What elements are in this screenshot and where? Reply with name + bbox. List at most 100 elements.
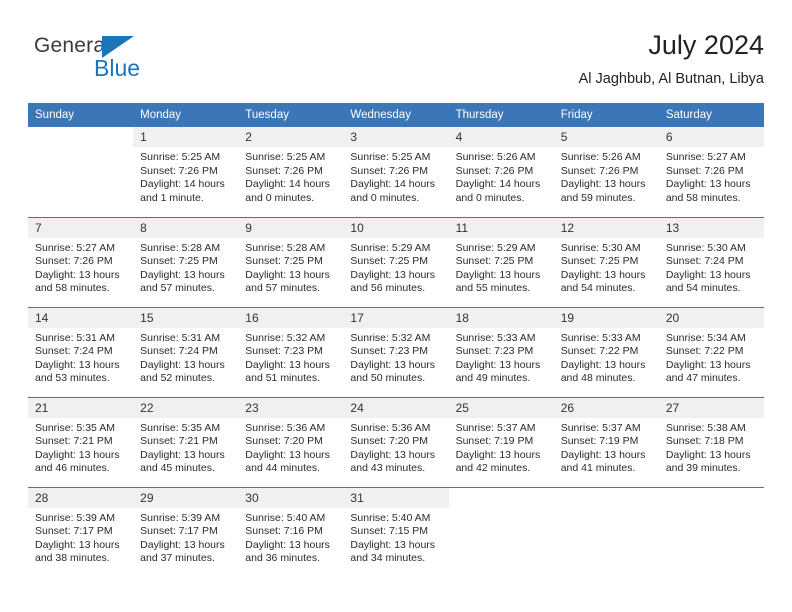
calendar-table: Sunday Monday Tuesday Wednesday Thursday… — [28, 103, 764, 577]
day-number: 16 — [238, 307, 344, 328]
sunset-text: Sunset: 7:22 PM — [560, 345, 639, 358]
calendar-day-cell[interactable]: 20 Sunrise: 5:34 AM Sunset: 7:22 PM Dayligh… — [658, 306, 764, 397]
sunrise-text: Sunrise: 5:39 AM — [35, 511, 115, 524]
calendar-day-cell[interactable]: 18 Sunrise: 5:33 AM Sunset: 7:23 PM Dayligh… — [448, 306, 554, 397]
daylight-text-line1: Daylight: 13 hours — [455, 448, 541, 461]
calendar-day-cell[interactable]: 13 Sunrise: 5:30 AM Sunset: 7:24 PM Dayligh… — [658, 216, 764, 307]
calendar-day-cell[interactable]: 19 Sunrise: 5:33 AM Sunset: 7:22 PM Dayligh… — [553, 306, 659, 397]
day-number: 11 — [448, 217, 554, 238]
calendar-week-row: 7 Sunrise: 5:27 AM Sunset: 7:26 PM Daylight… — [28, 216, 764, 307]
daylight-text-line1: Daylight: 13 hours — [245, 268, 330, 281]
daylight-text-line1: Daylight: 13 hours — [665, 358, 751, 371]
daylight-text-line1: Daylight: 13 hours — [665, 448, 751, 461]
calendar-day-cell[interactable]: 25 Sunrise: 5:37 AM Sunset: 7:19 PM Dayligh… — [448, 396, 554, 487]
calendar-day-cell[interactable]: 16 Sunrise: 5:32 AM Sunset: 7:23 PM Dayligh… — [238, 306, 344, 397]
day-number: 1 — [133, 127, 239, 147]
sunset-text: Sunset: 7:26 PM — [560, 164, 639, 177]
day-number: 7 — [28, 217, 134, 238]
sunset-text: Sunset: 7:19 PM — [560, 435, 639, 448]
sunrise-text: Sunrise: 5:34 AM — [665, 331, 746, 344]
day-details: Sunrise: 5:31 AM Sunset: 7:24 PM Daylight:… — [133, 328, 238, 386]
sunrise-text: Sunrise: 5:33 AM — [455, 331, 536, 344]
sunset-text: Sunset: 7:21 PM — [140, 435, 218, 448]
day-number: 27 — [658, 397, 764, 418]
daylight-text-line2: and 51 minutes. — [245, 372, 320, 385]
daylight-text-line1: Daylight: 14 hours — [140, 178, 225, 191]
calendar-day-cell[interactable]: 1 Sunrise: 5:25 AM Sunset: 7:26 PM Daylight… — [133, 127, 239, 217]
weekday-header-monday: Monday — [133, 103, 239, 127]
calendar-day-cell[interactable]: 22 Sunrise: 5:35 AM Sunset: 7:21 PM Dayligh… — [133, 396, 239, 487]
day-number: 24 — [343, 397, 449, 418]
sunrise-text: Sunrise: 5:35 AM — [140, 421, 221, 434]
calendar-cell-empty — [28, 127, 134, 217]
calendar-day-cell[interactable]: 17 Sunrise: 5:32 AM Sunset: 7:23 PM Dayligh… — [343, 306, 449, 397]
calendar-day-cell[interactable]: 2 Sunrise: 5:25 AM Sunset: 7:26 PM Daylight… — [238, 127, 344, 217]
day-details: Sunrise: 5:26 AM Sunset: 7:26 PM Daylight:… — [449, 147, 554, 205]
day-number: 20 — [658, 307, 764, 328]
calendar-day-cell[interactable]: 29 Sunrise: 5:39 AM Sunset: 7:17 PM Dayligh… — [133, 486, 239, 577]
daylight-text-line2: and 46 minutes. — [35, 462, 110, 475]
calendar-day-cell[interactable]: 21 Sunrise: 5:35 AM Sunset: 7:21 PM Dayligh… — [28, 396, 134, 487]
day-details: Sunrise: 5:25 AM Sunset: 7:26 PM Daylight:… — [343, 147, 448, 205]
daylight-text-line2: and 56 minutes. — [350, 282, 426, 295]
sunset-text: Sunset: 7:25 PM — [245, 255, 323, 268]
calendar-day-cell[interactable]: 31 Sunrise: 5:40 AM Sunset: 7:15 PM Dayligh… — [343, 486, 449, 577]
calendar-day-cell[interactable]: 10 Sunrise: 5:29 AM Sunset: 7:25 PM Dayligh… — [343, 216, 449, 307]
day-number: 6 — [658, 127, 764, 147]
daylight-text-line2: and 34 minutes. — [350, 552, 426, 565]
daylight-text-line2: and 41 minutes. — [560, 462, 636, 475]
calendar-day-cell[interactable]: 6 Sunrise: 5:27 AM Sunset: 7:26 PM Daylight… — [658, 127, 764, 217]
daylight-text-line2: and 57 minutes. — [140, 282, 215, 295]
calendar-week-row: 21 Sunrise: 5:35 AM Sunset: 7:21 PM Dayligh… — [28, 396, 764, 487]
calendar-day-cell[interactable]: 28 Sunrise: 5:39 AM Sunset: 7:17 PM Dayligh… — [28, 486, 134, 577]
sunrise-text: Sunrise: 5:25 AM — [245, 151, 326, 163]
daylight-text-line1: Daylight: 13 hours — [140, 358, 225, 371]
sunrise-text: Sunrise: 5:30 AM — [665, 241, 746, 254]
sunset-text: Sunset: 7:23 PM — [245, 345, 323, 358]
calendar-day-cell[interactable]: 11 Sunrise: 5:29 AM Sunset: 7:25 PM Dayligh… — [448, 216, 554, 307]
day-number: 12 — [553, 217, 659, 238]
calendar-day-cell[interactable]: 12 Sunrise: 5:30 AM Sunset: 7:25 PM Dayligh… — [553, 216, 659, 307]
sunrise-text: Sunrise: 5:29 AM — [350, 241, 431, 254]
calendar-day-cell[interactable]: 15 Sunrise: 5:31 AM Sunset: 7:24 PM Dayligh… — [133, 306, 239, 397]
daylight-text-line1: Daylight: 14 hours — [350, 178, 436, 191]
day-number — [553, 487, 659, 508]
daylight-text-line1: Daylight: 13 hours — [35, 268, 120, 281]
day-details: Sunrise: 5:28 AM Sunset: 7:25 PM Daylight:… — [238, 238, 343, 296]
day-number: 10 — [343, 217, 449, 238]
day-number: 8 — [133, 217, 239, 238]
daylight-text-line2: and 59 minutes. — [560, 191, 636, 204]
daylight-text-line1: Daylight: 13 hours — [560, 268, 646, 281]
calendar-day-cell[interactable]: 4 Sunrise: 5:26 AM Sunset: 7:26 PM Daylight… — [448, 127, 554, 217]
calendar-day-cell[interactable]: 7 Sunrise: 5:27 AM Sunset: 7:26 PM Daylight… — [28, 216, 134, 307]
weekday-header-wednesday: Wednesday — [343, 103, 449, 127]
calendar-day-cell[interactable]: 24 Sunrise: 5:36 AM Sunset: 7:20 PM Dayligh… — [343, 396, 449, 487]
day-details: Sunrise: 5:25 AM Sunset: 7:26 PM Daylight:… — [133, 147, 238, 205]
calendar-day-cell[interactable]: 26 Sunrise: 5:37 AM Sunset: 7:19 PM Dayligh… — [553, 396, 659, 487]
sunset-text: Sunset: 7:16 PM — [245, 525, 323, 538]
sunset-text: Sunset: 7:25 PM — [560, 255, 639, 268]
day-number: 31 — [343, 487, 449, 508]
calendar-day-cell[interactable]: 9 Sunrise: 5:28 AM Sunset: 7:25 PM Daylight… — [238, 216, 344, 307]
calendar-day-cell[interactable]: 5 Sunrise: 5:26 AM Sunset: 7:26 PM Daylight… — [553, 127, 659, 217]
day-details: Sunrise: 5:30 AM Sunset: 7:24 PM Daylight:… — [659, 238, 764, 296]
daylight-text-line2: and 48 minutes. — [560, 372, 636, 385]
day-details: Sunrise: 5:37 AM Sunset: 7:19 PM Daylight:… — [554, 418, 659, 476]
sunrise-text: Sunrise: 5:25 AM — [140, 151, 221, 163]
calendar-day-cell[interactable]: 14 Sunrise: 5:31 AM Sunset: 7:24 PM Dayligh… — [28, 306, 134, 397]
calendar-day-cell[interactable]: 23 Sunrise: 5:36 AM Sunset: 7:20 PM Dayligh… — [238, 396, 344, 487]
calendar-day-cell[interactable]: 30 Sunrise: 5:40 AM Sunset: 7:16 PM Dayligh… — [238, 486, 344, 577]
daylight-text-line2: and 55 minutes. — [455, 282, 531, 295]
sunset-text: Sunset: 7:17 PM — [140, 525, 218, 538]
sunset-text: Sunset: 7:19 PM — [455, 435, 534, 448]
sunset-text: Sunset: 7:25 PM — [350, 255, 429, 268]
calendar-day-cell[interactable]: 27 Sunrise: 5:38 AM Sunset: 7:18 PM Dayligh… — [658, 396, 764, 487]
sunset-text: Sunset: 7:26 PM — [35, 255, 113, 268]
sunrise-text: Sunrise: 5:38 AM — [665, 421, 746, 434]
sunset-text: Sunset: 7:18 PM — [665, 435, 744, 448]
day-details: Sunrise: 5:35 AM Sunset: 7:21 PM Daylight:… — [28, 418, 133, 476]
sunrise-text: Sunrise: 5:36 AM — [350, 421, 431, 434]
calendar-day-cell[interactable]: 3 Sunrise: 5:25 AM Sunset: 7:26 PM Daylight… — [343, 127, 449, 217]
day-details: Sunrise: 5:30 AM Sunset: 7:25 PM Daylight:… — [554, 238, 659, 296]
calendar-day-cell[interactable]: 8 Sunrise: 5:28 AM Sunset: 7:25 PM Daylight… — [133, 216, 239, 307]
